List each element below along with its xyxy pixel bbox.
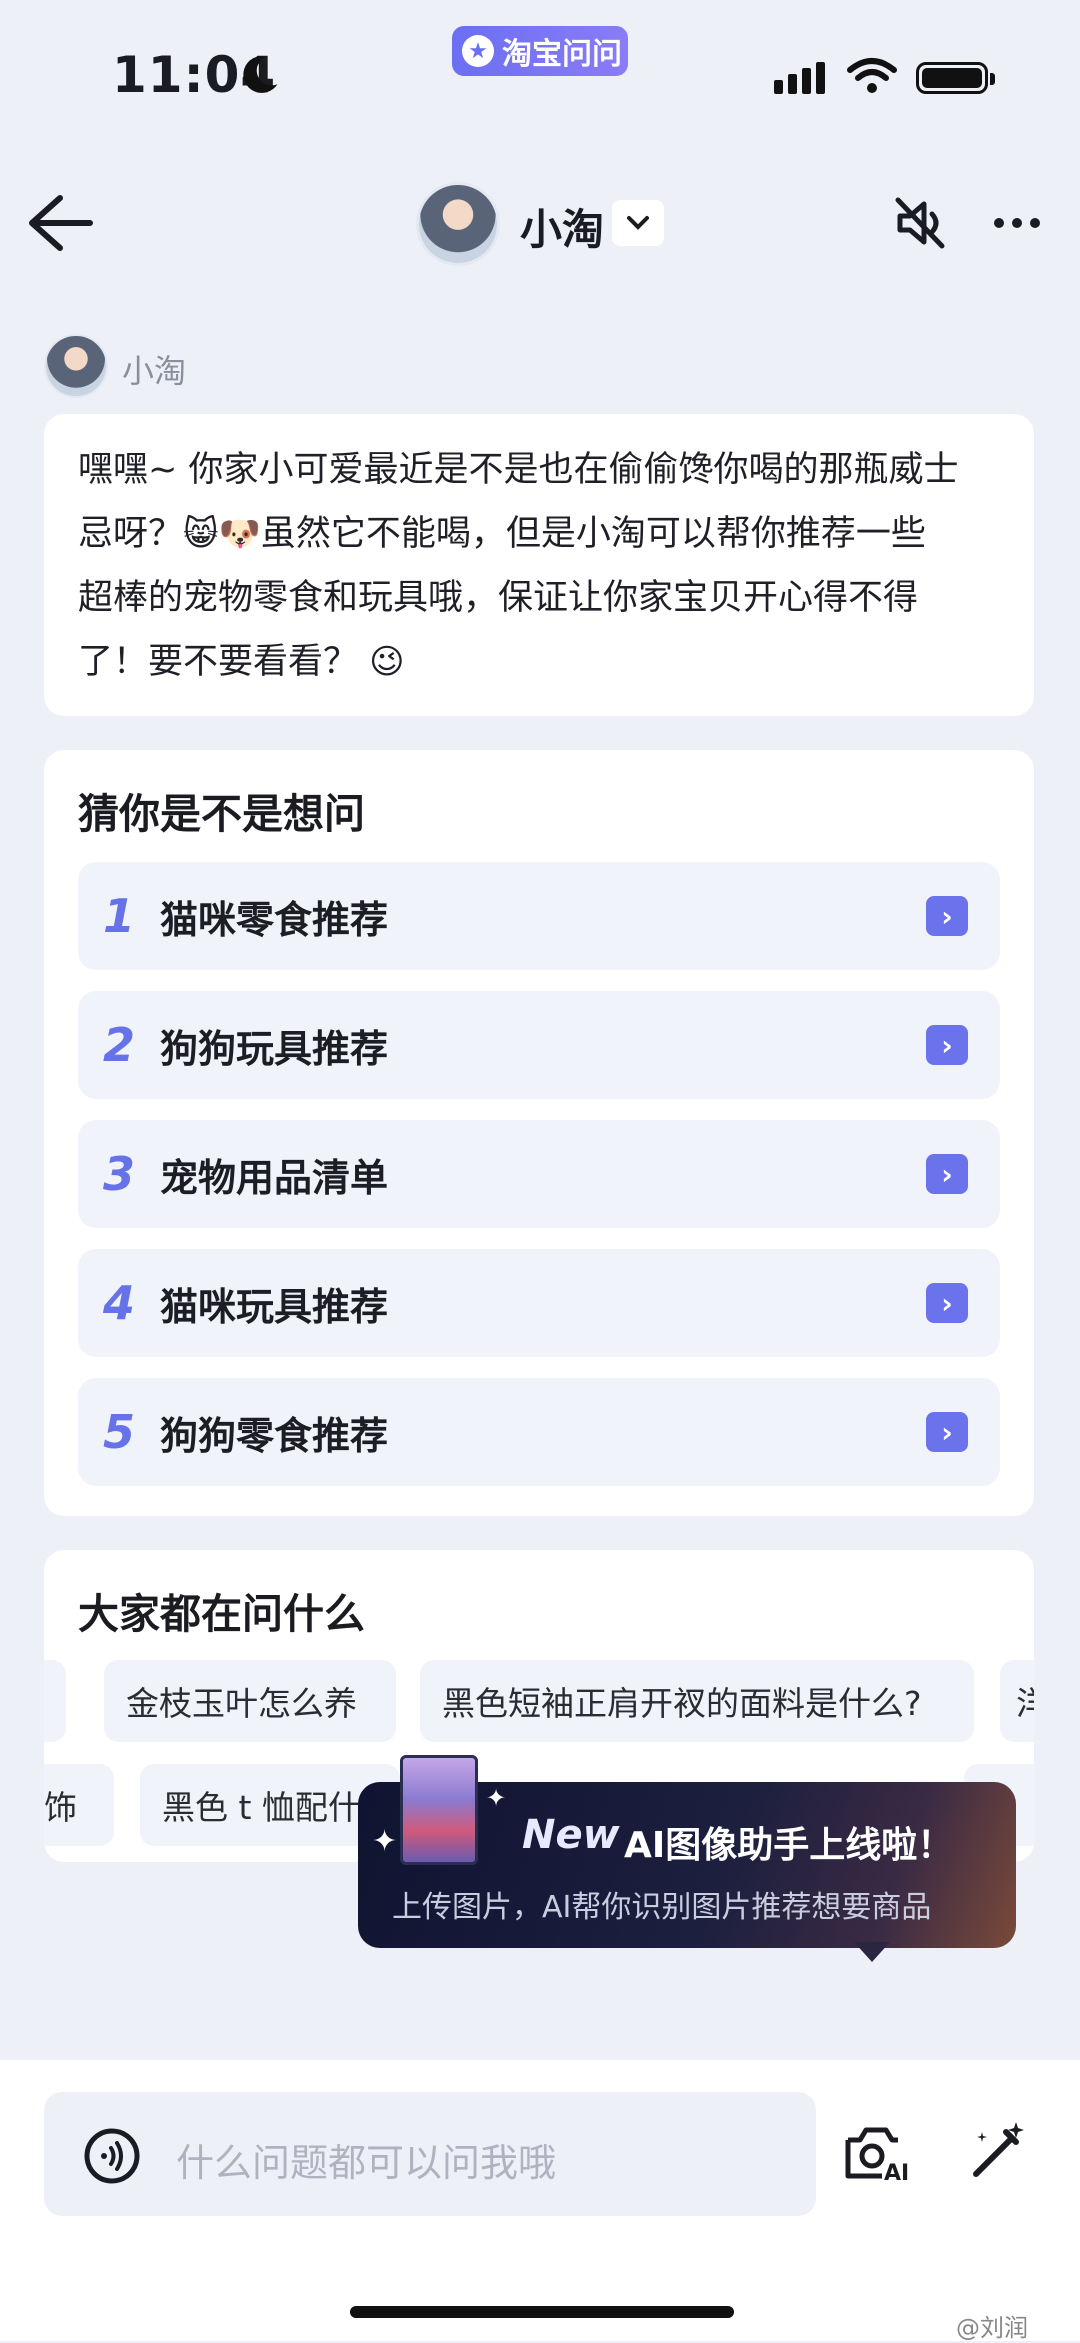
speaker-muted-icon[interactable] — [892, 196, 948, 250]
question-chip[interactable]: 饰 — [44, 1764, 114, 1846]
battery-icon — [916, 62, 995, 94]
question-chip[interactable]: 洋 — [1000, 1660, 1034, 1742]
suggestion-label: 猫咪零食推荐 — [160, 897, 389, 942]
suggestion-item[interactable]: 3 宠物用品清单 › — [78, 1120, 1000, 1228]
suggestion-number: 4 — [102, 1276, 135, 1330]
chevron-right-icon: › — [926, 1154, 968, 1194]
message-line: 嘿嘿~ 你家小可爱最近是不是也在偷偷馋你喝的那瓶威士 — [78, 450, 959, 490]
popular-title: 大家都在问什么 — [78, 1590, 365, 1638]
chevron-down-icon[interactable] — [612, 200, 664, 246]
watermark: @刘润 — [956, 2314, 1028, 2342]
avatar[interactable] — [416, 182, 500, 266]
moon-icon — [243, 56, 278, 93]
suggestion-label: 狗狗玩具推荐 — [160, 1026, 389, 1071]
wink-emoji: 😉 — [369, 642, 405, 682]
wifi-icon — [847, 58, 897, 93]
suggestion-item[interactable]: 2 狗狗玩具推荐 › — [78, 991, 1000, 1099]
suggestion-label: 猫咪玩具推荐 — [160, 1284, 389, 1329]
message-fragment: 忌呀？ — [78, 514, 184, 554]
app-badge: ★ 淘宝问问 — [452, 26, 628, 76]
dog-emoji: 🐶 — [218, 514, 261, 554]
input-placeholder[interactable]: 什么问题都可以问我哦 — [176, 2132, 556, 2187]
message-line: 超棒的宠物零食和玩具哦，保证让你家宝贝开心得不得 — [78, 578, 919, 618]
sender-avatar — [44, 334, 108, 398]
chevron-right-icon: › — [926, 896, 968, 936]
question-chip[interactable]: 金枝玉叶怎么养 — [104, 1660, 396, 1742]
new-tag: New — [522, 1812, 620, 1858]
question-chip[interactable]: 黑色短袖正肩开衩的面料是什么? — [420, 1660, 974, 1742]
suggestion-number: 1 — [102, 889, 135, 943]
question-chip[interactable] — [44, 1660, 66, 1742]
sender-name: 小淘 — [122, 352, 187, 390]
suggestion-label: 狗狗零食推荐 — [160, 1413, 389, 1458]
suggestion-label: 宠物用品清单 — [160, 1155, 389, 1200]
message-line: 了！要不要看看？ 😉 — [78, 630, 1018, 694]
tooltip-subtitle: 上传图片，AI帮你识别图片推荐想要商品 — [392, 1890, 932, 1925]
cellular-signal-icon — [774, 62, 825, 94]
chat-title[interactable]: 小淘 — [520, 196, 604, 257]
chevron-right-icon: › — [926, 1025, 968, 1065]
tooltip-pointer — [854, 1942, 890, 1962]
promo-thumbnail — [400, 1755, 478, 1865]
app-logo-icon: ★ — [462, 35, 494, 67]
tooltip-headline: AI图像助手上线啦！ — [624, 1825, 954, 1866]
magic-wand-icon[interactable] — [966, 2118, 1030, 2182]
chevron-right-icon: › — [926, 1412, 968, 1452]
suggestion-number: 3 — [102, 1147, 135, 1201]
message-fragment: 了！要不要看看？ — [78, 642, 359, 682]
message-fragment: 虽然它不能喝，但是小淘可以帮你推荐一些 — [260, 514, 926, 554]
suggestion-item[interactable]: 5 狗狗零食推荐 › — [78, 1378, 1000, 1486]
suggestion-item[interactable]: 4 猫咪玩具推荐 › — [78, 1249, 1000, 1357]
voice-wave-icon[interactable] — [82, 2126, 142, 2186]
suggestions-title: 猜你是不是想问 — [78, 790, 365, 838]
more-dots-icon[interactable] — [994, 218, 1040, 228]
cat-emoji: 😸 — [183, 514, 219, 554]
suggestion-number: 5 — [102, 1405, 135, 1459]
sparkle-icon: ✦ — [486, 1784, 507, 1812]
suggestion-item[interactable]: 1 猫咪零食推荐 › — [78, 862, 1000, 970]
back-arrow-icon[interactable] — [24, 190, 94, 256]
chevron-right-icon: › — [926, 1283, 968, 1323]
message-text: 嘿嘿~ 你家小可爱最近是不是也在偷偷馋你喝的那瓶威士 忌呀？😸🐶虽然它不能喝，但… — [78, 438, 1018, 694]
app-badge-label: 淘宝问问 — [502, 37, 622, 72]
sparkle-icon: ✦ — [372, 1824, 398, 1859]
camera-ai-icon[interactable]: AI — [842, 2118, 912, 2188]
message-line: 忌呀？😸🐶虽然它不能喝，但是小淘可以帮你推荐一些 — [78, 502, 1018, 566]
suggestion-number: 2 — [102, 1018, 135, 1072]
home-indicator[interactable] — [350, 2306, 734, 2318]
camera-ai-label: AI — [884, 2161, 909, 2186]
